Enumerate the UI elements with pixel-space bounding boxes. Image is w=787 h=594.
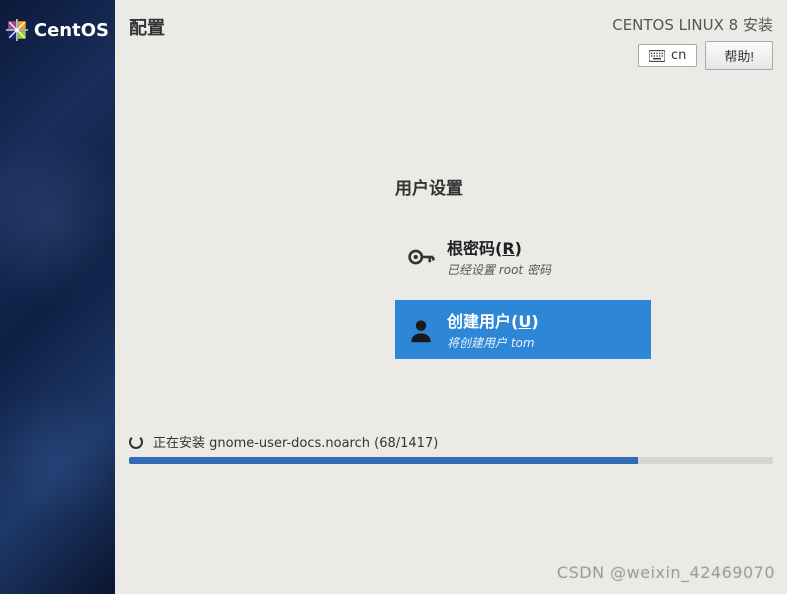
header: 配置 CENTOS LINUX 8 安装 [115, 0, 787, 74]
progress-label-row: 正在安装 gnome-user-docs.noarch (68/1417) [129, 432, 773, 451]
create-user-title: 创建用户(U) [447, 308, 539, 332]
header-right: CENTOS LINUX 8 安装 [612, 14, 773, 70]
page-title: 配置 [129, 14, 165, 40]
main-area: 配置 CENTOS LINUX 8 安装 [115, 0, 787, 594]
create-user-spoke[interactable]: 创建用户(U) 将创建用户 tom [395, 300, 651, 359]
sidebar: CentOS [0, 0, 115, 594]
product-label: CENTOS LINUX 8 安装 [612, 14, 773, 35]
progress-bar [129, 457, 773, 464]
centos-logo-icon [6, 18, 28, 42]
user-icon [407, 316, 435, 344]
spokes-list: 根密码(R) 已经设置 root 密码 创建用户(U) 将创建用户 tom [395, 227, 787, 359]
brand-name: CentOS [34, 20, 109, 41]
help-button[interactable]: 帮助! [705, 41, 773, 70]
root-password-status: 已经设置 root 密码 [447, 261, 551, 278]
watermark: CSDN @weixin_42469070 [557, 563, 775, 582]
key-icon [407, 243, 435, 271]
progress-text: 正在安装 gnome-user-docs.noarch (68/1417) [153, 432, 438, 451]
spinner-icon [129, 435, 143, 449]
root-password-spoke[interactable]: 根密码(R) 已经设置 root 密码 [395, 227, 651, 286]
create-user-status: 将创建用户 tom [447, 334, 539, 351]
toolbar: cn 帮助! [612, 41, 773, 70]
brand-logo: CentOS [0, 0, 115, 60]
progress-fill [129, 457, 638, 464]
root-password-title: 根密码(R) [447, 235, 551, 259]
user-settings-title: 用户设置 [395, 174, 787, 199]
language-code: cn [671, 48, 686, 63]
keyboard-layout-indicator[interactable]: cn [638, 44, 697, 67]
keyboard-icon [649, 50, 665, 62]
content: 用户设置 根密码(R) 已经设置 root 密码 [115, 74, 787, 432]
